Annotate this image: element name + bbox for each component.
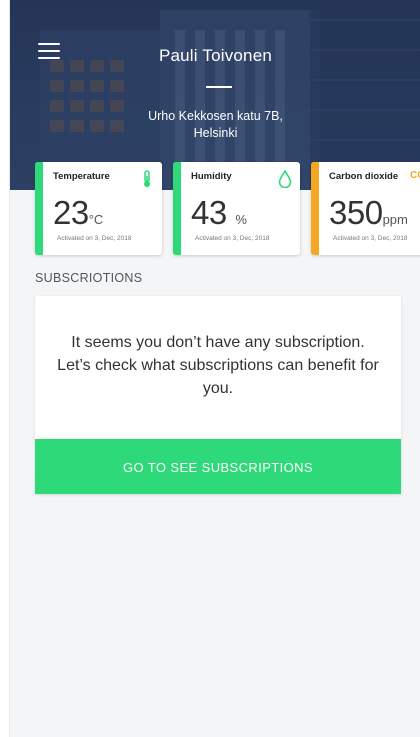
see-subscriptions-button[interactable]: GO TO SEE SUBSCRIPTIONS: [35, 439, 401, 494]
water-drop-icon: [278, 170, 292, 188]
address-line-2: Helsinki: [193, 126, 238, 140]
temperature-card[interactable]: Temperature 23°C Activated on 3, Dec, 20…: [35, 162, 162, 255]
card-unit: ppm: [382, 212, 408, 227]
co2-icon: CO: [410, 170, 420, 181]
activated-date: Activated on 3, Dec, 2018: [195, 235, 270, 242]
card-status-bar: [173, 162, 181, 255]
title-divider: [206, 86, 232, 88]
humidity-card[interactable]: Humidity 43 % Activated on 3, Dec, 2018: [173, 162, 300, 255]
address-line-1: Urho Kekkosen katu 7B,: [148, 109, 283, 123]
card-label: Humidity: [191, 171, 232, 182]
user-name: Pauli Toivonen: [158, 46, 273, 65]
card-status-bar: [35, 162, 43, 255]
app-screen: Pauli Toivonen Urho Kekkosen katu 7B, He…: [9, 0, 420, 737]
card-status-bar: [311, 162, 319, 255]
carbon-dioxide-card[interactable]: Carbon dioxide CO 350ppm Activated on 3,…: [311, 162, 420, 255]
card-value: 23°C: [53, 194, 104, 231]
card-label: Temperature: [53, 171, 110, 182]
card-value: 350ppm: [329, 194, 408, 231]
card-value: 43 %: [191, 194, 247, 231]
card-unit: %: [235, 212, 247, 227]
empty-subscriptions-message: It seems you don’t have any subscription…: [57, 334, 379, 397]
activated-date: Activated on 3, Dec, 2018: [57, 235, 132, 242]
card-unit: °C: [88, 212, 104, 227]
thermometer-icon: [144, 170, 150, 187]
activated-date: Activated on 3, Dec, 2018: [333, 235, 408, 242]
subscriptions-empty-panel: It seems you don’t have any subscription…: [35, 296, 401, 494]
card-label: Carbon dioxide: [329, 171, 399, 182]
subscriptions-heading: SUBSCRIOTIONS: [35, 271, 143, 285]
